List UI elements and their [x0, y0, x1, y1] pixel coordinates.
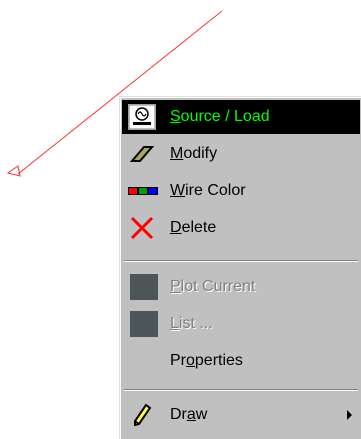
- pencil-icon: [128, 402, 156, 428]
- menu-separator: [124, 260, 358, 262]
- menu-item-label: Source / Load: [170, 108, 270, 125]
- menu-item-label: List ...: [170, 315, 213, 332]
- menu-item-label: Plot Current: [170, 278, 256, 295]
- color-bars-icon: [128, 178, 158, 204]
- disabled-box-icon: [130, 274, 158, 300]
- red-x-icon: [128, 215, 156, 241]
- source-load-icon: [128, 104, 156, 130]
- menu-item-label: Draw: [170, 406, 208, 423]
- menu-item-wire-color[interactable]: Wire Color: [122, 174, 360, 208]
- menu-item-label: Delete: [170, 219, 217, 236]
- menu-item-delete[interactable]: Delete: [122, 211, 360, 245]
- menu-item-label: Wire Color: [170, 182, 246, 199]
- menu-item-source-load[interactable]: Source / Load: [122, 100, 360, 134]
- menu-item-modify[interactable]: Modify: [122, 137, 360, 171]
- menu-item-label: Properties: [170, 352, 243, 369]
- menu-item-list: List ...: [122, 307, 360, 341]
- submenu-arrow-icon: [347, 410, 352, 420]
- menu-item-label: Modify: [170, 145, 218, 162]
- disabled-box-icon: [130, 311, 158, 337]
- wire-endpoint-arrow: [6, 165, 21, 177]
- eraser-icon: [128, 141, 156, 167]
- drawing-canvas[interactable]: Source / Load Modify Wire Color Delete P…: [0, 0, 361, 439]
- menu-separator: [124, 389, 358, 391]
- menu-item-draw[interactable]: Draw: [122, 398, 360, 432]
- menu-item-plot-current: Plot Current: [122, 270, 360, 304]
- menu-item-properties[interactable]: Properties: [122, 344, 360, 378]
- context-menu: Source / Load Modify Wire Color Delete P…: [119, 96, 361, 439]
